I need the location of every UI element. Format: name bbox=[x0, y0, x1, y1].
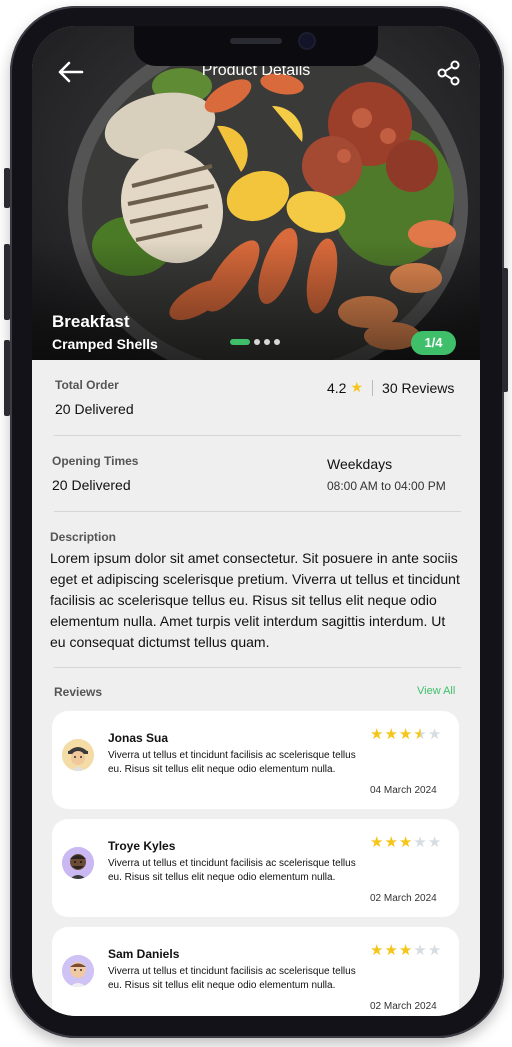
carousel-dot[interactable] bbox=[264, 339, 270, 345]
review-date: 04 March 2024 bbox=[370, 785, 437, 796]
view-all-link[interactable]: View All bbox=[417, 685, 455, 697]
carousel-dots[interactable] bbox=[230, 339, 280, 345]
rating-divider bbox=[372, 379, 374, 396]
review-card[interactable]: Sam Daniels Viverra ut tellus et tincidu… bbox=[52, 927, 459, 1016]
reviewer-name: Troye Kyles bbox=[108, 839, 176, 853]
review-rating: ★★★★★ bbox=[370, 833, 442, 851]
carousel-dot[interactable] bbox=[274, 339, 280, 345]
volume-down-button bbox=[4, 340, 10, 416]
front-camera bbox=[300, 34, 314, 48]
review-card[interactable]: Troye Kyles Viverra ut tellus et tincidu… bbox=[52, 819, 459, 917]
review-rating: ★★★★★ bbox=[370, 725, 442, 743]
opening-times-value: 20 Delivered bbox=[52, 477, 131, 493]
star-icon: ★ bbox=[384, 942, 399, 959]
star-icon: ★ bbox=[370, 834, 385, 851]
review-rating: ★★★★★ bbox=[370, 941, 442, 959]
mute-switch bbox=[4, 168, 10, 208]
review-date: 02 March 2024 bbox=[370, 893, 437, 904]
star-icon: ★ bbox=[398, 942, 414, 959]
rating-summary[interactable]: 4.2 ★ 30 Reviews bbox=[327, 379, 454, 396]
user-avatar-icon bbox=[62, 739, 94, 771]
phone-notch bbox=[134, 26, 378, 66]
review-text: Viverra ut tellus et tincidunt facilisis… bbox=[108, 966, 356, 991]
star-icon: ★ bbox=[350, 379, 364, 395]
divider bbox=[54, 667, 461, 668]
review-card[interactable]: Jonas Sua Viverra ut tellus et tincidunt… bbox=[52, 711, 459, 809]
star-icon: ★ bbox=[384, 726, 399, 743]
reviewer-name: Sam Daniels bbox=[108, 947, 180, 961]
product-name: Cramped Shells bbox=[52, 336, 158, 352]
app-screen: Product Details Breakfast Cramped Shells… bbox=[32, 26, 480, 1016]
star-icon: ★ bbox=[427, 726, 443, 743]
carousel-dot[interactable] bbox=[254, 339, 260, 345]
star-icon: ★ bbox=[398, 726, 414, 743]
star-icon: ★ bbox=[427, 942, 443, 959]
star-icon: ★ bbox=[384, 834, 399, 851]
star-icon: ★ bbox=[398, 834, 414, 851]
user-avatar-icon bbox=[62, 955, 94, 987]
rating-value: 4.2 bbox=[327, 379, 347, 396]
description-label: Description bbox=[50, 530, 117, 544]
reviews-label: Reviews bbox=[54, 685, 103, 699]
divider bbox=[54, 435, 461, 436]
total-order-label: Total Order bbox=[55, 378, 119, 392]
star-half-icon: ★ bbox=[413, 726, 428, 743]
share-icon bbox=[437, 60, 460, 86]
carousel-dot[interactable] bbox=[230, 339, 250, 345]
share-button[interactable] bbox=[436, 60, 462, 86]
avatar bbox=[62, 955, 94, 987]
user-avatar-icon bbox=[62, 847, 94, 879]
reviews-count: 30 Reviews bbox=[382, 379, 455, 396]
star-icon: ★ bbox=[413, 834, 428, 851]
star-icon: ★ bbox=[370, 942, 385, 959]
opening-times-label: Opening Times bbox=[52, 454, 139, 468]
product-hero-image[interactable]: Product Details Breakfast Cramped Shells… bbox=[32, 26, 480, 360]
star-icon: ★ bbox=[370, 726, 385, 743]
review-text: Viverra ut tellus et tincidunt facilisis… bbox=[108, 858, 356, 883]
avatar bbox=[62, 739, 94, 771]
review-date: 02 March 2024 bbox=[370, 1001, 437, 1012]
description-text: Lorem ipsum dolor sit amet consectetur. … bbox=[50, 550, 460, 650]
avatar bbox=[62, 847, 94, 879]
review-text: Viverra ut tellus et tincidunt facilisis… bbox=[108, 750, 356, 775]
opening-hours: 08:00 AM to 04:00 PM bbox=[327, 479, 446, 493]
power-button bbox=[502, 268, 508, 392]
star-icon: ★ bbox=[427, 834, 443, 851]
opening-days: Weekdays bbox=[327, 456, 393, 472]
star-icon: ★ bbox=[413, 942, 428, 959]
product-category: Breakfast bbox=[52, 312, 130, 331]
speaker-grille bbox=[230, 38, 282, 44]
total-order-value: 20 Delivered bbox=[55, 401, 134, 417]
divider bbox=[54, 511, 461, 512]
image-page-badge: 1/4 bbox=[411, 331, 456, 355]
volume-up-button bbox=[4, 244, 10, 320]
reviewer-name: Jonas Sua bbox=[108, 731, 169, 745]
